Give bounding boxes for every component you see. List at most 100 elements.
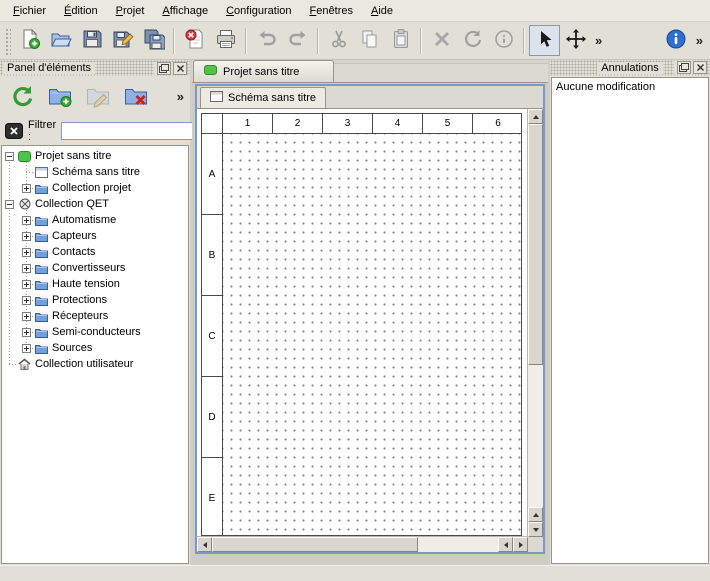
edit-category-icon: [85, 83, 111, 112]
row-label: A: [202, 134, 223, 215]
collapse-expander-icon[interactable]: [5, 200, 14, 209]
vertical-scroll-track[interactable]: [528, 124, 543, 507]
redo-button[interactable]: [282, 25, 313, 56]
horizontal-scrollbar[interactable]: [197, 537, 528, 552]
horizontal-scroll-thumb[interactable]: [212, 537, 418, 552]
expand-expander-icon[interactable]: [22, 344, 31, 353]
save-as-button[interactable]: [107, 25, 138, 56]
scroll-down-button[interactable]: [528, 522, 543, 537]
expand-expander-icon[interactable]: [22, 264, 31, 273]
menu-fichier[interactable]: Fichier: [4, 2, 55, 20]
tree-item-collection-utilisateur[interactable]: Collection utilisateur: [2, 356, 188, 372]
toolbar-drag-handle[interactable]: [4, 27, 11, 55]
vertical-scrollbar[interactable]: [528, 109, 543, 537]
menu-edition[interactable]: Édition: [55, 2, 107, 20]
tree-item-sources[interactable]: Sources: [2, 340, 188, 356]
expand-expander-icon[interactable]: [22, 248, 31, 257]
close-document-button[interactable]: [179, 25, 210, 56]
clear-filter-button[interactable]: [5, 122, 23, 140]
collapse-expander-icon[interactable]: [5, 152, 14, 161]
filter-input[interactable]: [61, 122, 211, 140]
new-document-button[interactable]: [14, 25, 45, 56]
tree-item-label: Collection QET: [35, 198, 109, 210]
copy-button[interactable]: [354, 25, 385, 56]
rotate-button[interactable]: [457, 25, 488, 56]
tree-item-capteurs[interactable]: Capteurs: [2, 228, 188, 244]
float-panel-button[interactable]: [677, 61, 691, 74]
tree-item-protections[interactable]: Protections: [2, 292, 188, 308]
expand-expander-icon[interactable]: [22, 296, 31, 305]
save-button[interactable]: [76, 25, 107, 56]
cut-icon: [328, 28, 350, 53]
schema-tab-label: Schéma sans titre: [228, 92, 316, 104]
folder-icon: [34, 215, 49, 226]
close-panel-button[interactable]: [173, 62, 187, 75]
toolbar-overflow-chevron[interactable]: »: [591, 27, 606, 55]
project-tab-icon: [204, 65, 217, 78]
menu-fenetres[interactable]: Fenêtres: [301, 2, 362, 20]
tree-item-automatisme[interactable]: Automatisme: [2, 212, 188, 228]
tab-schema-sans-titre[interactable]: Schéma sans titre: [200, 87, 326, 108]
tree-item-label: Semi-conducteurs: [52, 326, 141, 338]
close-panel-button[interactable]: [693, 61, 707, 74]
move-view-button[interactable]: [560, 25, 591, 56]
information-button[interactable]: [488, 25, 519, 56]
elements-panel-titlebar[interactable]: Panel d'éléments: [0, 60, 190, 76]
help-about-button[interactable]: [661, 25, 692, 56]
vertical-scroll-thumb[interactable]: [528, 124, 543, 365]
tree-item-contacts[interactable]: Contacts: [2, 244, 188, 260]
delete-category-button[interactable]: [120, 81, 152, 113]
collections-toolbar-overflow-chevron[interactable]: »: [173, 83, 188, 111]
expand-expander-icon[interactable]: [22, 232, 31, 241]
tree-item-project[interactable]: Projet sans titre: [2, 148, 188, 164]
toolbar-separator: [173, 28, 175, 54]
expand-expander-icon[interactable]: [22, 280, 31, 289]
delete-button[interactable]: [426, 25, 457, 56]
tree-item-label: Convertisseurs: [52, 262, 125, 274]
expand-expander-icon[interactable]: [22, 216, 31, 225]
schema-canvas[interactable]: 1 2 3 4 5 6 A B C: [197, 109, 528, 537]
save-all-button[interactable]: [138, 25, 169, 56]
tree-item-convertisseurs[interactable]: Convertisseurs: [2, 260, 188, 276]
open-document-button[interactable]: [45, 25, 76, 56]
menu-projet[interactable]: Projet: [107, 2, 154, 20]
expand-expander-icon[interactable]: [22, 184, 31, 193]
undo-history-list[interactable]: Aucune modification: [551, 77, 709, 564]
tree-item-collection-qet[interactable]: Collection QET: [2, 196, 188, 212]
help-toolbar-overflow-chevron[interactable]: »: [692, 27, 707, 55]
tree-item-label: Automatisme: [52, 214, 116, 226]
scroll-left-button-2[interactable]: [498, 537, 513, 552]
tree-item-collection-projet[interactable]: Collection projet: [2, 180, 188, 196]
main-area: Panel d'éléments »: [0, 60, 710, 565]
tab-projet-sans-titre[interactable]: Projet sans titre: [193, 60, 334, 82]
project-tab-label: Projet sans titre: [223, 66, 299, 78]
print-button[interactable]: [210, 25, 241, 56]
save-all-icon: [143, 28, 165, 53]
tree-item-recepteurs[interactable]: Récepteurs: [2, 308, 188, 324]
scroll-up-button[interactable]: [528, 109, 543, 124]
cut-button[interactable]: [323, 25, 354, 56]
folder-icon: [34, 327, 49, 338]
expand-expander-icon[interactable]: [22, 328, 31, 337]
tree-item-semi-conducteurs[interactable]: Semi-conducteurs: [2, 324, 188, 340]
undo-panel-titlebar[interactable]: Annulations: [550, 60, 710, 76]
horizontal-scroll-track[interactable]: [212, 537, 498, 552]
expand-expander-icon[interactable]: [22, 312, 31, 321]
menu-aide[interactable]: Aide: [362, 2, 402, 20]
new-category-button[interactable]: [44, 81, 76, 113]
menu-configuration[interactable]: Configuration: [217, 2, 300, 20]
tree-item-haute-tension[interactable]: Haute tension: [2, 276, 188, 292]
float-panel-button[interactable]: [157, 62, 171, 75]
row-label: E: [202, 458, 223, 536]
select-pointer-button[interactable]: [529, 25, 560, 56]
reload-collections-button[interactable]: [6, 81, 38, 113]
paste-button[interactable]: [385, 25, 416, 56]
scroll-up-button-2[interactable]: [528, 507, 543, 522]
menu-affichage[interactable]: Affichage: [153, 2, 217, 20]
scroll-left-button[interactable]: [197, 537, 212, 552]
scroll-right-button[interactable]: [513, 537, 528, 552]
undo-button[interactable]: [251, 25, 282, 56]
tree-item-schema[interactable]: Schéma sans titre: [2, 164, 188, 180]
edit-category-button[interactable]: [82, 81, 114, 113]
dot-grid[interactable]: [223, 134, 521, 535]
